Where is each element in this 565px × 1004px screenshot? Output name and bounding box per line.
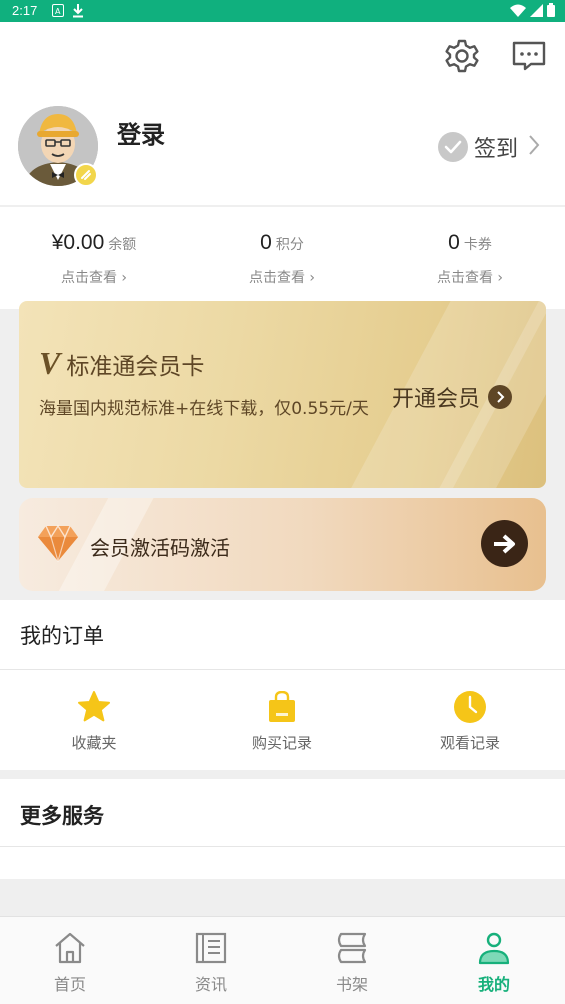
star-icon — [77, 690, 111, 724]
balance-stat[interactable]: ¥0.00 余额 点击查看 › — [0, 231, 188, 287]
notification-icon: A — [52, 4, 64, 21]
more-services-section: 更多服务 — [0, 779, 565, 879]
clock-icon — [453, 690, 487, 724]
vip-description: 海量国内规范标准+在线下载，仅0.55元/天 — [39, 399, 369, 419]
coupons-unit: 卡券 — [463, 237, 492, 253]
purchase-history-label: 购买记录 — [251, 734, 312, 752]
tab-bookshelf[interactable]: 书架 — [302, 931, 402, 995]
vip-membership-card[interactable]: V 标准通会员卡 海量国内规范标准+在线下载，仅0.55元/天 开通会员 — [19, 301, 546, 488]
member-badge-icon — [74, 163, 98, 187]
points-stat[interactable]: 0 积分 点击查看 › — [188, 231, 376, 287]
open-membership-label: 开通会员 — [392, 387, 481, 412]
points-value: 0 — [260, 231, 272, 254]
profile-header: 登录 签到 — [0, 22, 565, 205]
bookshelf-icon — [333, 931, 371, 965]
favorites-label: 收藏夹 — [71, 734, 117, 752]
battery-icon — [547, 3, 555, 17]
divider — [0, 846, 565, 847]
messages-button[interactable] — [511, 38, 547, 74]
vip-logo-icon: V — [39, 345, 61, 381]
tab-profile-label: 我的 — [477, 975, 510, 994]
points-unit: 积分 — [275, 237, 304, 253]
login-link[interactable]: 登录 — [117, 115, 165, 150]
news-icon — [192, 931, 230, 965]
settings-button[interactable] — [444, 38, 480, 74]
coupons-view-link[interactable]: 点击查看 › — [376, 267, 564, 287]
profile-icon — [475, 931, 513, 965]
bottom-tab-bar: 首页 资讯 书架 我的 — [0, 916, 565, 1004]
download-icon — [72, 4, 84, 22]
watch-history-button[interactable]: 观看记录 — [376, 690, 564, 753]
wifi-icon — [510, 4, 526, 17]
points-view-link[interactable]: 点击查看 › — [188, 267, 376, 287]
tab-news-label: 资讯 — [194, 975, 227, 994]
tab-news[interactable]: 资讯 — [161, 931, 261, 995]
divider — [0, 669, 565, 670]
svg-text:A: A — [55, 7, 61, 16]
signin-label: 签到 — [474, 137, 519, 162]
open-membership-button[interactable]: 开通会员 — [392, 381, 513, 413]
orders-title: 我的订单 — [20, 624, 104, 648]
activate-arrow-button[interactable] — [481, 520, 528, 567]
chevron-right-icon — [488, 385, 513, 409]
activation-code-card[interactable]: 会员激活码激活 — [19, 498, 546, 591]
balance-unit: 余额 — [108, 237, 137, 253]
status-icons — [510, 3, 555, 17]
tab-home[interactable]: 首页 — [20, 931, 120, 995]
status-time: 2:17 — [12, 3, 38, 18]
activation-label: 会员激活码激活 — [90, 536, 230, 560]
shopping-bag-icon — [265, 690, 299, 724]
signin-button[interactable]: 签到 — [438, 130, 540, 164]
tab-profile[interactable]: 我的 — [444, 931, 544, 995]
watch-history-label: 观看记录 — [439, 734, 500, 752]
coupons-value: 0 — [448, 231, 460, 254]
services-title: 更多服务 — [20, 804, 104, 828]
favorites-button[interactable]: 收藏夹 — [0, 690, 188, 753]
diamond-icon — [37, 524, 79, 566]
tab-bookshelf-label: 书架 — [335, 975, 368, 994]
status-bar: 2:17 A — [0, 0, 565, 22]
gear-icon — [445, 39, 479, 73]
chevron-right-icon — [528, 134, 540, 160]
tab-home-label: 首页 — [53, 975, 86, 994]
vip-card-title: 标准通会员卡 — [66, 353, 205, 380]
balance-view-link[interactable]: 点击查看 › — [0, 267, 188, 287]
balance-value: ¥0.00 — [51, 231, 105, 254]
coupons-stat[interactable]: 0 卡券 点击查看 › — [376, 231, 564, 287]
arrow-right-icon — [493, 534, 515, 553]
vip-title: V 标准通会员卡 — [39, 345, 204, 382]
account-stats: ¥0.00 余额 点击查看 › 0 积分 点击查看 › 0 卡券 点击查看 › — [0, 207, 565, 309]
purchase-history-button[interactable]: 购买记录 — [188, 690, 376, 753]
check-icon — [438, 132, 468, 162]
signal-icon — [530, 3, 543, 17]
home-icon — [51, 931, 89, 965]
my-orders-section: 我的订单 收藏夹 购买记录 观看记录 — [0, 600, 565, 770]
chat-icon — [512, 41, 546, 71]
